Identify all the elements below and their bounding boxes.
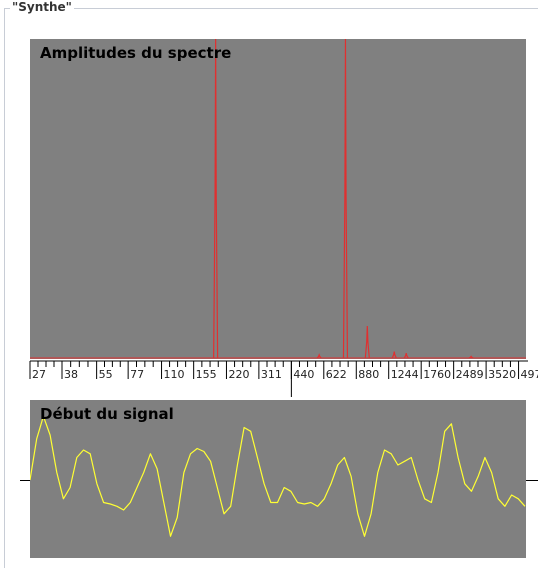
spectrum-peak	[403, 353, 409, 359]
signal-zero-tick-right	[526, 480, 538, 481]
frequency-axis: 27 38 55 77 110 155 220 311 440 622 880 1244 1760 248…	[29, 360, 538, 397]
axis-tick-label: 311	[261, 368, 282, 381]
axis-tick-label: 220	[228, 368, 249, 381]
signal-zero-tick-left	[20, 480, 30, 481]
signal-plot	[30, 415, 526, 537]
axis-tick-label: 155	[196, 368, 217, 381]
axis-tick-label: 2489	[456, 368, 484, 381]
axis-tick-label: 3520	[488, 368, 516, 381]
spectrum-plot	[30, 39, 526, 359]
spectrum-peak	[364, 325, 370, 359]
axis-tick-label: 27	[32, 368, 46, 381]
axis-tick-label: 38	[64, 368, 78, 381]
axis-tick-label: 622	[326, 368, 347, 381]
axis-tick-label: 77	[130, 368, 144, 381]
group-title: "Synthe"	[10, 0, 74, 14]
spectrum-peak	[391, 351, 397, 359]
axis-tick-label: 4978	[521, 368, 538, 381]
spectrum-title: Amplitudes du spectre	[40, 44, 232, 62]
axis-tick-label: 1760	[423, 368, 451, 381]
signal-panel: Début du signal	[30, 400, 526, 558]
signal-title: Début du signal	[40, 405, 174, 423]
axis-tick-label: 1244	[391, 368, 419, 381]
axis-tick-label: 110	[164, 368, 185, 381]
spectrum-panel: Amplitudes du spectre	[30, 39, 526, 359]
axis-tick-label: 880	[358, 368, 379, 381]
spectrum-peak	[213, 39, 219, 359]
axis-tick-label: 55	[99, 368, 113, 381]
signal-waveform	[30, 415, 526, 537]
spectrum-peak	[342, 39, 349, 359]
axis-tick-label: 440	[293, 368, 314, 381]
